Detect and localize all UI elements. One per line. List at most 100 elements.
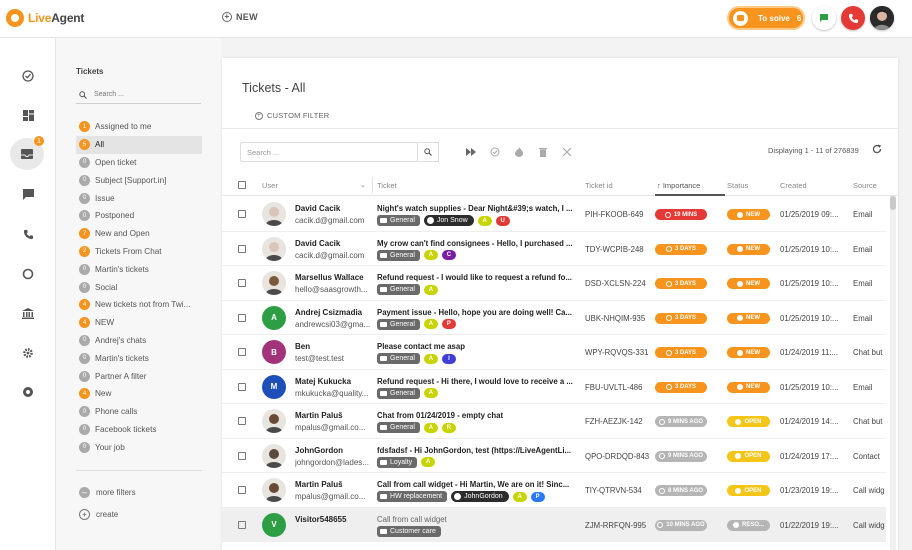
- ticket-subject[interactable]: Chat from 01/24/2019 - empty chat: [377, 411, 579, 420]
- tag-chip[interactable]: I: [441, 353, 456, 364]
- filter-item[interactable]: 0 Phone calls: [76, 403, 202, 421]
- table-row[interactable]: Martin Paluš mpalus@gmail.co... Call from …: [222, 473, 886, 508]
- row-checkbox[interactable]: [238, 279, 246, 287]
- department-tag[interactable]: General: [377, 318, 420, 330]
- refresh-button[interactable]: [872, 144, 882, 157]
- nav-phone-icon[interactable]: [18, 224, 38, 244]
- nav-check-circle-icon[interactable]: [18, 66, 38, 86]
- row-checkbox[interactable]: [238, 451, 246, 460]
- agent-tag[interactable]: JohnGordon: [451, 491, 509, 502]
- filter-item[interactable]: 0 Subject [Support.in]: [76, 171, 202, 189]
- ticket-subject[interactable]: Night's watch supplies - Dear Night&#39;…: [377, 204, 579, 213]
- spam-fire-icon[interactable]: [514, 147, 524, 157]
- ticket-subject[interactable]: Refund request - Hi there, I would love …: [377, 377, 579, 386]
- table-row[interactable]: Martin Paluš mpalus@gmail.co... Chat from …: [222, 404, 886, 439]
- custom-filter-button[interactable]: + CUSTOM FILTER: [255, 111, 329, 120]
- department-tag[interactable]: Customer care: [377, 525, 441, 537]
- department-tag[interactable]: General: [377, 284, 420, 295]
- merge-tools-icon[interactable]: [562, 147, 572, 157]
- filter-item[interactable]: 0 Martin's tickets: [76, 349, 202, 367]
- table-row[interactable]: M Matej Kukucka mkukucka@quality... Refund …: [222, 369, 886, 404]
- department-tag[interactable]: General: [377, 215, 420, 226]
- filters-search-input[interactable]: Search ...: [76, 86, 201, 104]
- table-row[interactable]: Marsellus Wallace hello@saasgrowth... Refu…: [222, 266, 886, 301]
- ticket-search-button[interactable]: [418, 142, 439, 162]
- tag-chip[interactable]: P: [441, 319, 456, 329]
- column-header-user[interactable]: User: [262, 181, 278, 190]
- filter-item[interactable]: 5 All: [76, 135, 202, 154]
- ticket-subject[interactable]: Call from call widget - Hi Martin, We ar…: [377, 480, 579, 489]
- nav-gear-icon[interactable]: [18, 343, 38, 363]
- filter-item[interactable]: 0 Issue: [76, 189, 202, 207]
- filter-item[interactable]: 7 New and Open: [76, 225, 202, 243]
- filter-item[interactable]: 1 Assigned to me: [76, 118, 202, 136]
- department-tag[interactable]: General: [377, 353, 420, 364]
- filter-item[interactable]: 0 Social: [76, 278, 202, 296]
- row-checkbox[interactable]: [238, 520, 246, 529]
- row-checkbox[interactable]: [238, 210, 246, 218]
- department-tag[interactable]: HW replacement: [377, 491, 448, 502]
- column-header-ticket-id[interactable]: Ticket id: [585, 181, 613, 190]
- tag-chip[interactable]: P: [530, 491, 545, 502]
- department-tag[interactable]: Loyalty: [377, 456, 418, 468]
- liveagent-logo[interactable]: LiveAgent: [6, 9, 84, 27]
- nav-dashboard-icon[interactable]: [18, 105, 38, 125]
- nav-refresh-icon[interactable]: [18, 264, 38, 284]
- filter-item[interactable]: 4 NEW: [76, 314, 202, 332]
- ticket-subject[interactable]: fdsfadsf - Hi JohnGordon, test (https://…: [377, 446, 579, 455]
- select-all-checkbox[interactable]: [238, 181, 246, 189]
- department-tag[interactable]: General: [377, 387, 420, 399]
- row-checkbox[interactable]: [238, 313, 246, 322]
- ticket-search-input[interactable]: Search ...: [240, 142, 418, 162]
- nav-plugin-icon[interactable]: [18, 382, 38, 402]
- chevron-down-icon[interactable]: ⌄: [360, 181, 366, 189]
- chat-status-button[interactable]: [812, 6, 836, 30]
- filter-item[interactable]: 0 Your job: [76, 438, 202, 456]
- tag-chip[interactable]: A: [423, 353, 438, 364]
- agent-tag[interactable]: Jon Snow: [423, 215, 474, 226]
- filter-item[interactable]: 0 Partner A filter: [76, 367, 202, 385]
- department-tag[interactable]: General: [377, 422, 420, 433]
- table-row[interactable]: B Ben test@test.test Please contact me asap…: [222, 335, 886, 370]
- column-header-importance[interactable]: ↑ Importance: [657, 181, 700, 190]
- ticket-subject[interactable]: Refund request - I would like to request…: [377, 273, 579, 282]
- ticket-subject[interactable]: Please contact me asap: [377, 342, 579, 351]
- table-scrollbar[interactable]: [890, 196, 896, 550]
- tag-chip[interactable]: C: [441, 250, 456, 260]
- ticket-subject[interactable]: My crow can't find consignees - Hello, I…: [377, 239, 579, 248]
- scrollbar-thumb[interactable]: [890, 196, 896, 210]
- ticket-subject[interactable]: Call from call widget: [377, 515, 579, 524]
- column-header-status[interactable]: Status: [727, 181, 748, 190]
- more-filters-button[interactable]: – more filters: [79, 487, 136, 498]
- trash-icon[interactable]: [538, 147, 548, 157]
- row-checkbox[interactable]: [238, 486, 246, 494]
- filter-item[interactable]: 0 Postponed: [76, 207, 202, 225]
- to-solve-button[interactable]: To solve 6: [727, 6, 805, 30]
- tag-chip[interactable]: A: [477, 215, 492, 226]
- resolve-check-icon[interactable]: [490, 147, 500, 157]
- new-button[interactable]: + NEW: [222, 12, 258, 22]
- tag-chip[interactable]: A: [423, 250, 438, 260]
- column-header-source[interactable]: Source: [853, 181, 877, 190]
- department-tag[interactable]: General: [377, 249, 420, 261]
- column-header-created[interactable]: Created: [780, 181, 807, 190]
- column-header-ticket[interactable]: Ticket: [377, 181, 397, 190]
- nav-chat-icon[interactable]: [18, 184, 38, 204]
- filter-item[interactable]: 0 Facebook tickets: [76, 421, 202, 439]
- call-button[interactable]: [841, 6, 865, 30]
- user-avatar[interactable]: [870, 6, 894, 30]
- filter-item[interactable]: 4 New tickets not from Twi...: [76, 296, 202, 314]
- tag-chip[interactable]: A: [423, 422, 438, 433]
- filter-item[interactable]: 0 Andrej's chats: [76, 332, 202, 350]
- table-row[interactable]: David Cacik cacik.d@gmail.com My crow can'…: [222, 231, 886, 266]
- tag-chip[interactable]: R: [441, 422, 456, 433]
- ticket-subject[interactable]: Payment issue - Hello, hope you are doin…: [377, 308, 579, 317]
- forward-icon[interactable]: [466, 147, 476, 157]
- tag-chip[interactable]: A: [423, 284, 438, 295]
- nav-bank-icon[interactable]: [18, 303, 38, 323]
- table-row[interactable]: David Cacik cacik.d@gmail.com Night's watc…: [222, 197, 886, 232]
- table-row[interactable]: V Visitor548655 Call from call widget Custo…: [222, 507, 886, 542]
- tag-chip[interactable]: A: [423, 319, 438, 329]
- row-checkbox[interactable]: [238, 244, 246, 253]
- table-row[interactable]: A Andrej Csizmadia andrewcsi03@gma... Payme…: [222, 300, 886, 335]
